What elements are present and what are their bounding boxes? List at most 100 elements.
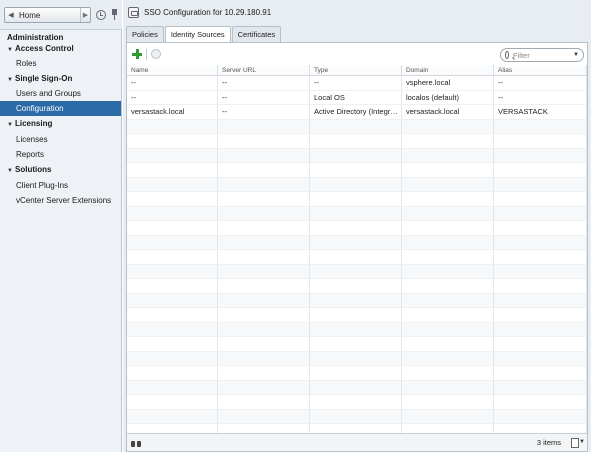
empty-row — [127, 424, 587, 433]
empty-cell — [218, 235, 310, 249]
nav-item-users-and-groups[interactable]: Users and Groups — [0, 86, 121, 101]
empty-cell — [494, 192, 587, 206]
binoculars-icon[interactable] — [131, 439, 141, 448]
empty-cell — [127, 279, 218, 293]
export-icon[interactable] — [571, 438, 579, 448]
nav-item-configuration[interactable]: Configuration — [0, 101, 121, 116]
empty-row — [127, 119, 587, 134]
table-row[interactable]: -- -- Local OS localos (default) -- — [127, 90, 587, 105]
empty-cell — [402, 119, 494, 133]
empty-rows — [127, 119, 587, 433]
empty-row — [127, 177, 587, 192]
empty-cell — [127, 293, 218, 307]
empty-cell — [127, 351, 218, 365]
nav-item-licenses[interactable]: Licenses — [0, 132, 121, 147]
empty-row — [127, 221, 587, 236]
filter-box[interactable]: ▼ — [500, 48, 584, 62]
collapse-triangle-icon[interactable]: ▼ — [7, 118, 15, 133]
empty-cell — [310, 192, 402, 206]
empty-cell — [402, 134, 494, 148]
cell-server-url: -- — [218, 76, 310, 90]
tab-certificates[interactable]: Certificates — [231, 26, 282, 42]
page-title: SSO Configuration for 10.29.180.91 — [144, 7, 272, 17]
empty-row — [127, 163, 587, 178]
nav-item-roles[interactable]: Roles — [0, 56, 121, 71]
nav-group-label: Access Control — [15, 44, 74, 53]
nav-group-label: Single Sign-On — [15, 74, 73, 83]
cell-domain: vsphere.local — [402, 76, 494, 90]
column-header-server-url[interactable]: Server URL — [218, 65, 310, 75]
empty-cell — [402, 424, 494, 433]
empty-cell — [218, 250, 310, 264]
empty-cell — [218, 221, 310, 235]
forward-arrow-icon[interactable]: ▶ — [80, 8, 90, 22]
cell-server-url: -- — [218, 90, 310, 104]
empty-cell — [402, 264, 494, 278]
nav-item-vcenter-server-extensions[interactable]: vCenter Server Extensions — [0, 193, 121, 208]
tab-strip: Policies Identity Sources Certificates — [126, 26, 282, 43]
empty-cell — [310, 351, 402, 365]
column-header-type[interactable]: Type — [310, 65, 402, 75]
empty-cell — [310, 293, 402, 307]
empty-cell — [127, 235, 218, 249]
tab-policies[interactable]: Policies — [126, 26, 164, 42]
empty-cell — [494, 177, 587, 191]
column-header-alias[interactable]: Alias — [494, 65, 587, 75]
main-panel: SSO Configuration for 10.29.180.91 Polic… — [123, 0, 591, 452]
empty-cell — [494, 235, 587, 249]
history-icon[interactable] — [96, 10, 106, 20]
empty-cell — [310, 250, 402, 264]
empty-cell — [310, 322, 402, 336]
empty-cell — [127, 409, 218, 423]
left-navigator: ◀ Home ▶ Administration ▼ Access Control … — [0, 0, 122, 452]
empty-cell — [402, 366, 494, 380]
empty-row — [127, 279, 587, 294]
nav-group-single-sign-on[interactable]: ▼ Single Sign-On — [0, 71, 121, 86]
filter-input[interactable] — [513, 50, 574, 60]
title-bar: SSO Configuration for 10.29.180.91 — [123, 0, 591, 24]
empty-cell — [310, 380, 402, 394]
cell-type: Active Directory (Integrated ... — [310, 105, 402, 119]
chevron-down-icon[interactable]: ▼ — [579, 439, 585, 445]
empty-row — [127, 192, 587, 207]
set-default-icon[interactable] — [151, 49, 161, 59]
empty-cell — [310, 221, 402, 235]
tab-identity-sources[interactable]: Identity Sources — [164, 26, 231, 43]
table-row[interactable]: -- -- -- vsphere.local -- — [127, 76, 587, 91]
empty-cell — [127, 119, 218, 133]
back-arrow-icon[interactable]: ◀ — [5, 8, 17, 22]
nav-group-licensing[interactable]: ▼ Licensing — [0, 116, 121, 131]
empty-cell — [494, 163, 587, 177]
add-identity-source-icon[interactable] — [132, 49, 142, 59]
empty-cell — [310, 235, 402, 249]
empty-cell — [218, 308, 310, 322]
empty-cell — [494, 351, 587, 365]
nav-item-client-plug-ins[interactable]: Client Plug-Ins — [0, 178, 121, 193]
empty-cell — [310, 177, 402, 191]
nav-group-access-control[interactable]: ▼ Access Control — [0, 41, 121, 56]
collapse-triangle-icon[interactable]: ▼ — [7, 164, 15, 179]
empty-cell — [402, 337, 494, 351]
chevron-down-icon[interactable]: ▼ — [573, 52, 579, 58]
empty-cell — [127, 337, 218, 351]
cell-domain: localos (default) — [402, 90, 494, 104]
empty-cell — [127, 221, 218, 235]
table-row[interactable]: versastack.local -- Active Directory (In… — [127, 105, 587, 120]
empty-cell — [218, 395, 310, 409]
empty-cell — [494, 322, 587, 336]
nav-item-reports[interactable]: Reports — [0, 147, 121, 162]
pin-icon[interactable] — [111, 9, 118, 21]
nav-group-solutions[interactable]: ▼ Solutions — [0, 162, 121, 177]
empty-row — [127, 134, 587, 149]
empty-row — [127, 380, 587, 395]
home-button[interactable]: ◀ Home ▶ — [4, 7, 91, 23]
column-header-name[interactable]: Name — [127, 65, 218, 75]
empty-cell — [310, 148, 402, 162]
empty-cell — [402, 250, 494, 264]
empty-cell — [494, 264, 587, 278]
empty-cell — [218, 293, 310, 307]
empty-cell — [127, 424, 218, 433]
empty-cell — [494, 308, 587, 322]
column-header-domain[interactable]: Domain — [402, 65, 494, 75]
navigator-toolbar: ◀ Home ▶ — [0, 0, 122, 30]
